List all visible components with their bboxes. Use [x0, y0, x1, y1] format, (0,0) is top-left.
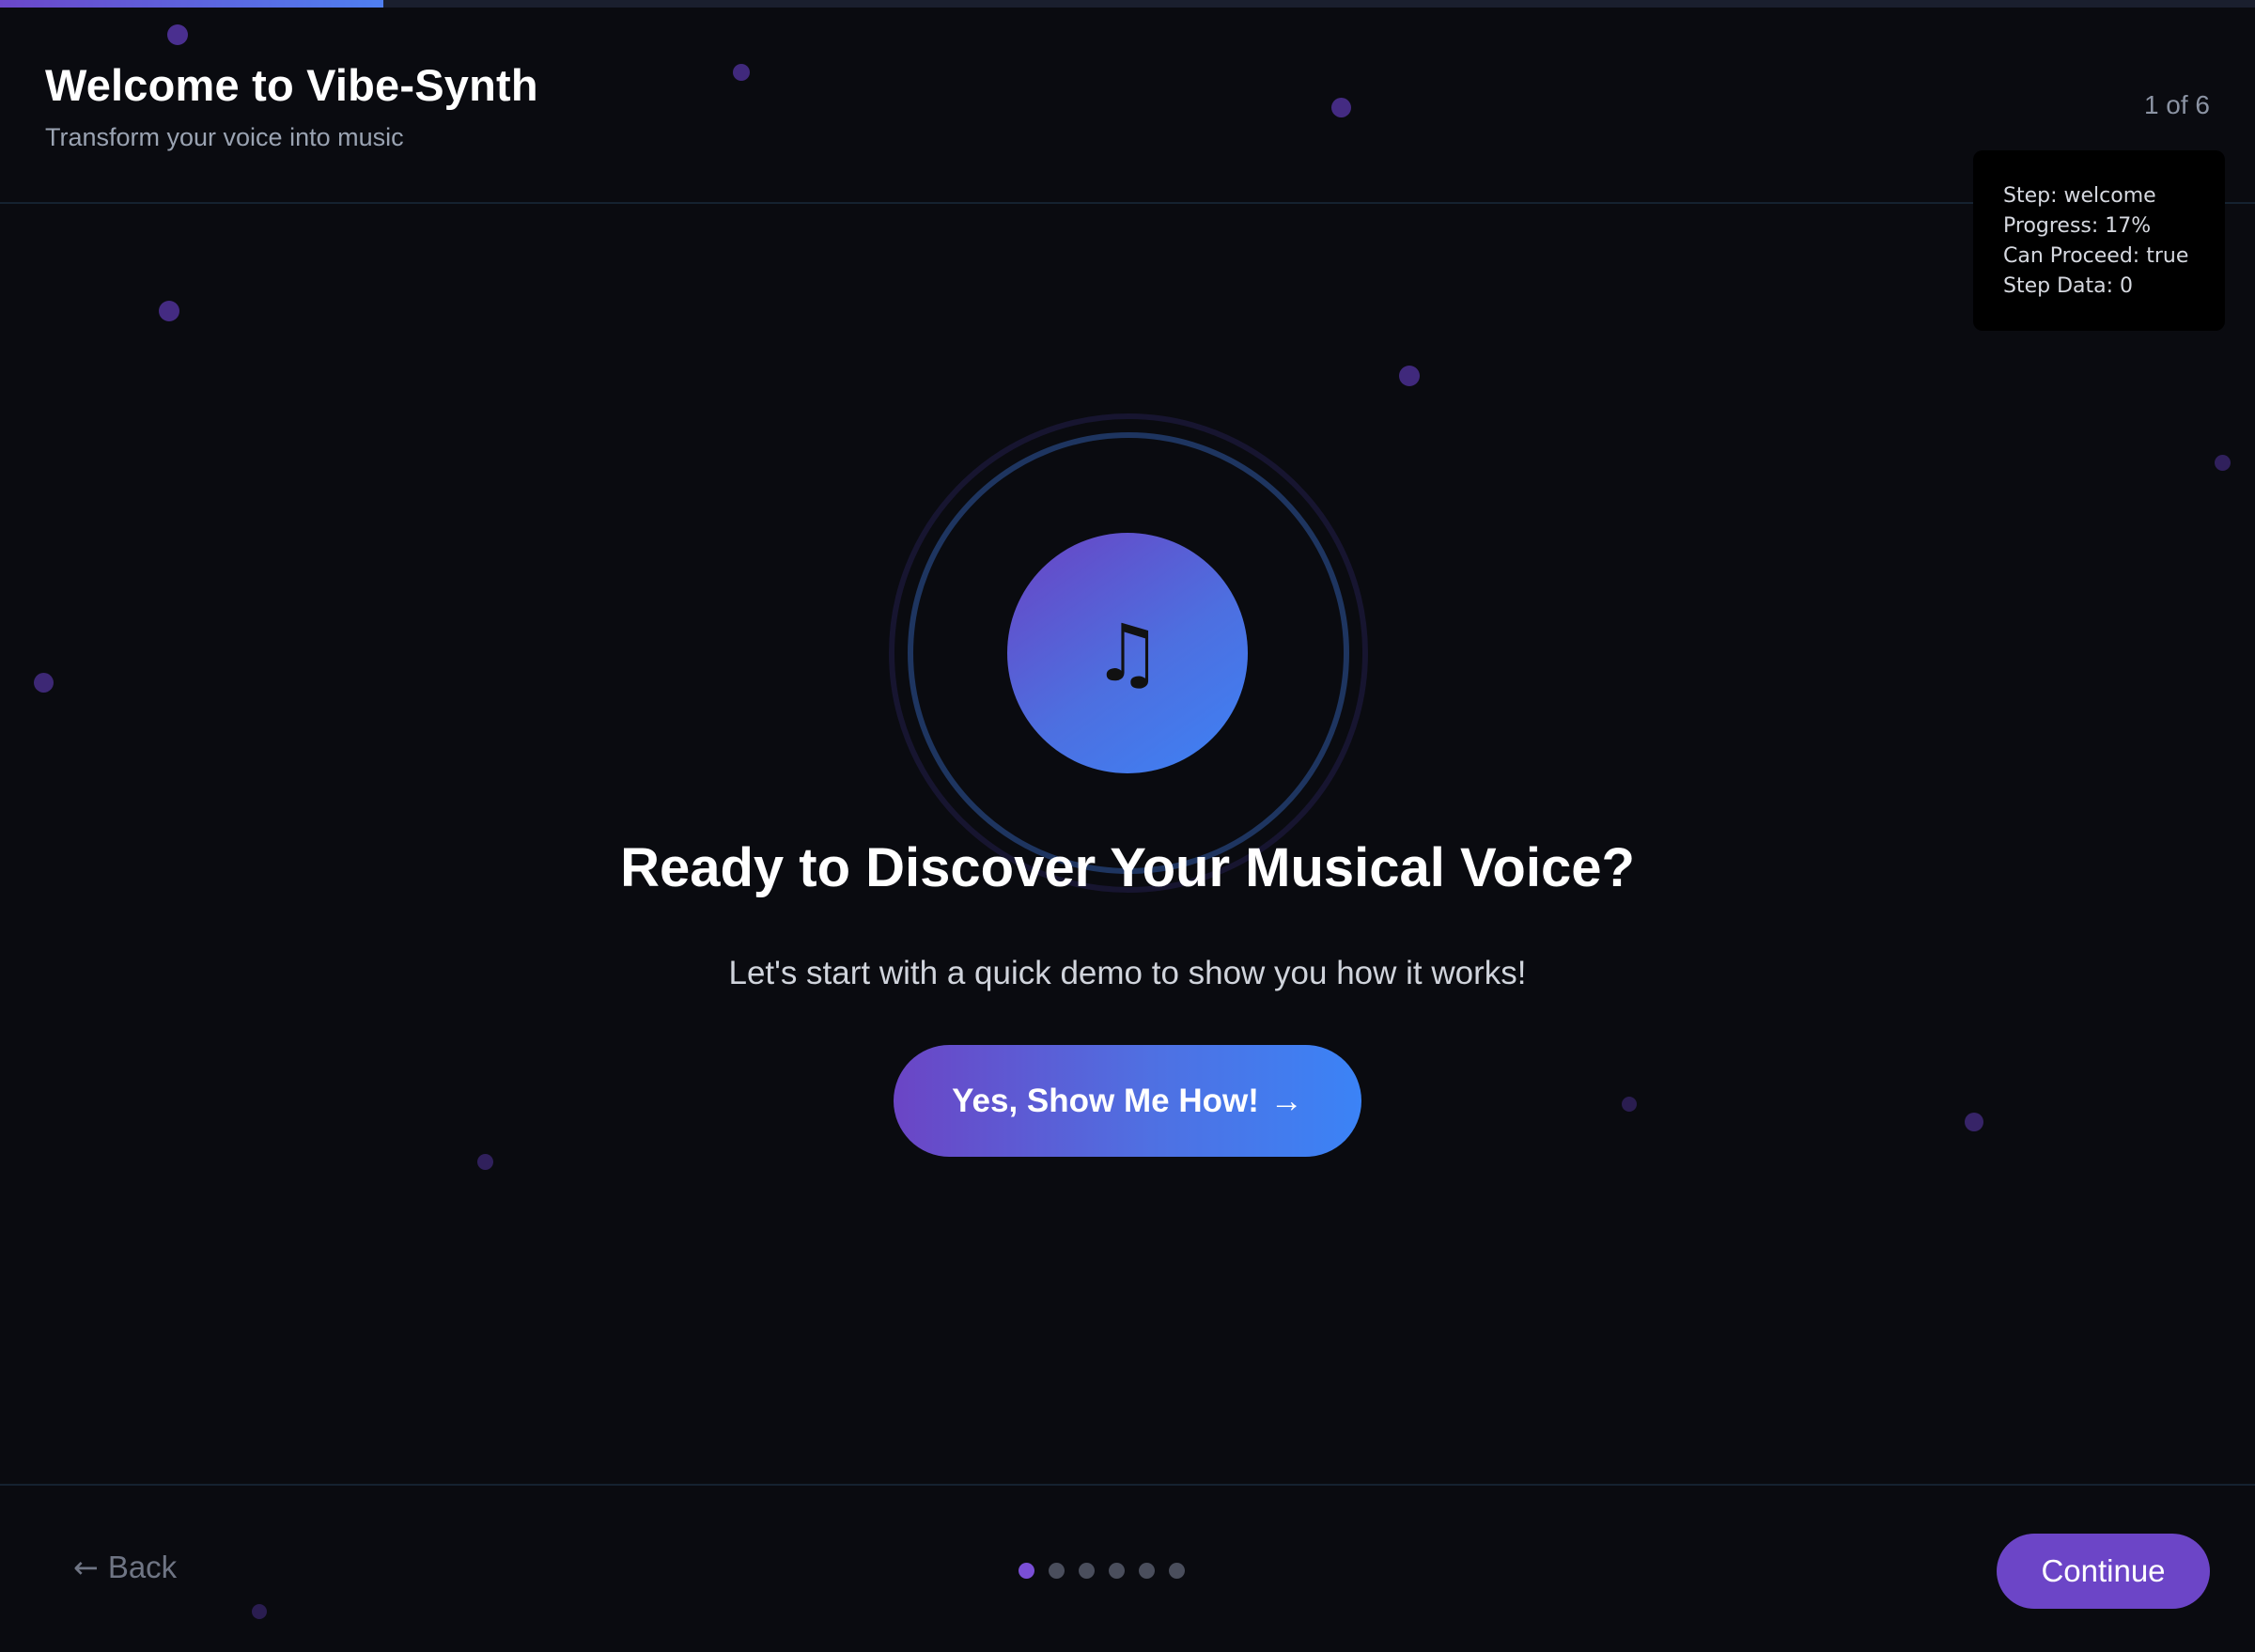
step-counter: 1 of 6	[2143, 90, 2210, 119]
debug-step: Step: welcome	[2003, 184, 2156, 208]
particle-dot	[1622, 1097, 1637, 1112]
footer: ← Back Continue	[0, 1484, 2255, 1652]
step-dot	[1079, 1563, 1095, 1579]
onboarding-screen: Welcome to Vibe-Synth Transform your voi…	[0, 0, 2255, 1652]
particle-dot	[1965, 1113, 1983, 1131]
show-me-how-button[interactable]: Yes, Show Me How! →	[894, 1045, 1361, 1157]
step-indicator	[1019, 1563, 1185, 1579]
hero-title: Ready to Discover Your Musical Voice?	[620, 837, 1635, 898]
progress-bar	[0, 0, 2255, 8]
step-dot	[1109, 1563, 1125, 1579]
progress-bar-fill	[0, 0, 383, 8]
debug-can-proceed: Can Proceed: true	[2003, 244, 2189, 268]
continue-button[interactable]: Continue	[1997, 1534, 2210, 1609]
header: Welcome to Vibe-Synth Transform your voi…	[0, 8, 2255, 204]
particle-dot	[159, 301, 179, 321]
cta-label: Yes, Show Me How!	[952, 1082, 1259, 1119]
back-label: Back	[107, 1550, 178, 1584]
hero-description: Let's start with a quick demo to show yo…	[728, 955, 1527, 991]
page-subtitle: Transform your voice into music	[45, 123, 404, 151]
arrow-left-icon: ←	[73, 1550, 99, 1585]
back-button[interactable]: ← Back	[73, 1550, 177, 1585]
particle-dot	[33, 672, 54, 693]
hero-icon-circle: ♫	[1007, 533, 1248, 773]
debug-panel: Step: welcome Progress: 17% Can Proceed:…	[1973, 150, 2225, 331]
debug-progress: Progress: 17%	[2003, 214, 2152, 238]
arrow-right-icon: →	[1269, 1082, 1303, 1119]
debug-step-data: Step Data: 0	[2003, 274, 2134, 298]
step-dot	[1139, 1563, 1155, 1579]
particle-dot	[1399, 366, 1420, 386]
step-dot	[1169, 1563, 1185, 1579]
step-dot	[1019, 1563, 1034, 1579]
step-dot	[1049, 1563, 1065, 1579]
page-title: Welcome to Vibe-Synth	[45, 60, 538, 110]
particle-dot	[2214, 454, 2231, 471]
particle-dot	[476, 1153, 493, 1170]
music-note-icon: ♫	[1092, 607, 1163, 699]
